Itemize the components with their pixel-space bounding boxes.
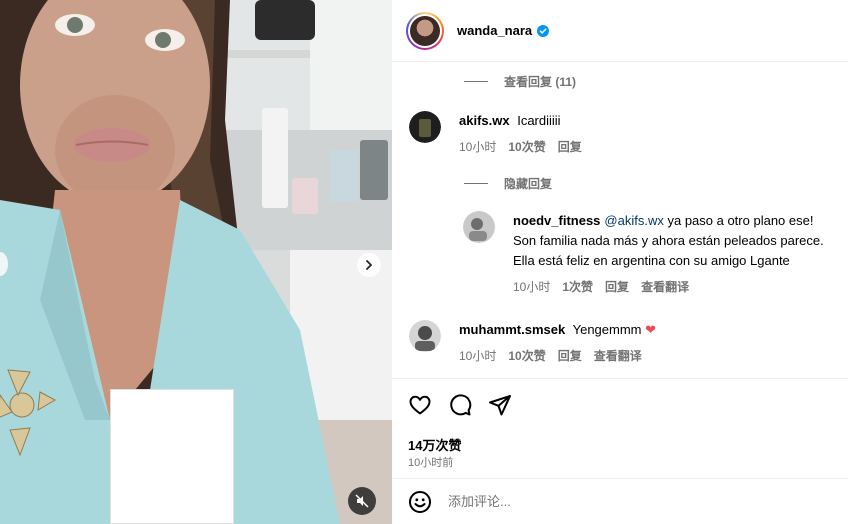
comment-username[interactable]: muhammt.smsek [459, 322, 565, 337]
comments-list[interactable]: 查看回复 (11) akifs.wx Icardiiiii 10小时 10次赞 … [392, 62, 848, 378]
translate-button[interactable]: 查看翻译 [594, 346, 642, 366]
comment-composer [392, 478, 848, 524]
emoji-icon[interactable] [408, 490, 432, 514]
heart-icon[interactable] [408, 393, 432, 417]
reply-item: noedv_fitness @akifs.wx ya paso a otro pl… [463, 211, 824, 297]
comment-username[interactable]: akifs.wx [459, 113, 510, 128]
post-details-panel: wanda_nara 查看回复 (11) akifs.wx Icardiiiii [392, 0, 848, 524]
hide-replies-toggle[interactable]: 隐藏回复 [464, 175, 552, 192]
post-actions: 14万次赞 10小时前 [392, 378, 848, 478]
comment-time[interactable]: 10小时 [513, 277, 550, 297]
hide-replies-label: 隐藏回复 [504, 177, 553, 191]
chevron-right-icon [366, 260, 372, 270]
comment-item: akifs.wx Icardiiiii 10小时 10次赞 回复 [409, 111, 594, 157]
view-replies-label: 查看回复 (11) [504, 75, 577, 89]
comment-time[interactable]: 10小时 [459, 346, 496, 366]
comment-likes[interactable]: 10次赞 [508, 137, 545, 157]
author-avatar[interactable] [406, 11, 444, 50]
view-replies-toggle[interactable]: 查看回复 (11) [464, 73, 576, 90]
post-header: wanda_nara [392, 0, 848, 62]
author-username[interactable]: wanda_nara [457, 23, 532, 38]
comment-text-line-2: Son familia nada más y ahora están pelea… [513, 233, 824, 248]
reply-button[interactable]: 回复 [558, 346, 582, 366]
comment-username[interactable]: noedv_fitness [513, 213, 600, 228]
divider-line [464, 81, 488, 82]
translate-button[interactable]: 查看翻译 [641, 277, 689, 297]
likes-count[interactable]: 14万次赞 [408, 435, 461, 454]
comment-likes[interactable]: 1次赞 [562, 277, 593, 297]
comment-text-line-1: ya paso a otro plano ese! [663, 213, 814, 228]
divider-line [464, 183, 488, 184]
reply-button[interactable]: 回复 [558, 137, 582, 157]
verified-badge-icon [537, 24, 550, 37]
post-media[interactable] [0, 0, 392, 524]
reply-button[interactable]: 回复 [605, 277, 629, 297]
comment-likes[interactable]: 10次赞 [508, 346, 545, 366]
share-icon[interactable] [488, 393, 512, 417]
post-timestamp[interactable]: 10小时前 [408, 454, 453, 470]
comment-text: Icardiiiii [517, 113, 561, 128]
mute-toggle-button[interactable] [348, 487, 376, 515]
commenter-avatar[interactable] [463, 211, 495, 243]
comment-text-line-3: Ella está feliz en argentina con su amig… [513, 253, 790, 268]
comment-icon[interactable] [448, 393, 472, 417]
muted-speaker-icon [355, 494, 369, 508]
comment-input[interactable] [448, 494, 828, 509]
comment-time[interactable]: 10小时 [459, 137, 496, 157]
commenter-avatar[interactable] [409, 320, 441, 352]
overlay-placeholder [110, 389, 234, 524]
next-slide-button[interactable] [357, 253, 381, 277]
mention-link[interactable]: @akifs.wx [604, 213, 663, 228]
heart-emoji: ❤ [645, 322, 657, 337]
commenter-avatar[interactable] [409, 111, 441, 143]
comment-item: muhammt.smsek Yengemmm ❤ 10小时 10次赞 回复 查看… [409, 320, 656, 366]
comment-text: Yengemmm [572, 322, 642, 337]
